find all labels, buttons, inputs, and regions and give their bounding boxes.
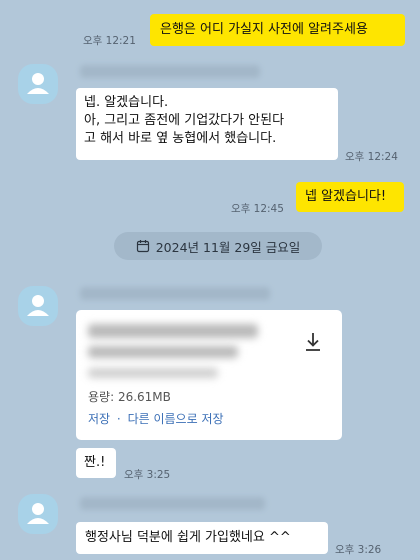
file-name [88,346,238,358]
file-expiry [88,368,218,378]
calendar-icon [136,240,149,253]
message-line: 고 해서 바로 옆 농협에서 했습니다. [84,131,277,146]
file-attachment-card[interactable]: 용량: 26.61MB 저장 · 다른 이름으로 저장 [76,310,342,440]
message-time: 오후 12:21 [83,35,136,47]
their-message-bubble[interactable]: 행정사님 덕분에 쉽게 가입했네요 ^^ [76,522,328,554]
message-time: 오후 12:45 [231,203,284,215]
avatar[interactable] [18,64,58,104]
date-divider: 2024년 11월 29일 금요일 [114,232,322,260]
sender-name [80,287,270,300]
message-text: 짠.! [84,455,106,470]
message-time: 오후 3:25 [124,469,171,481]
avatar[interactable] [18,494,58,534]
message-line: 아, 그리고 좀전에 기업갔다가 안된다 [84,113,285,128]
message-time: 오후 3:26 [335,544,382,556]
sender-name [80,65,260,78]
file-actions: 저장 · 다른 이름으로 저장 [88,410,224,427]
person-icon [27,73,49,94]
file-name [88,324,258,338]
message-line: 넵. 알겠습니다. [84,95,169,110]
separator: · [116,412,121,426]
my-message-bubble[interactable]: 넵 알겠습니다! [296,182,404,212]
my-message-bubble[interactable]: 은행은 어디 가실지 사전에 알려주세용 [150,14,405,46]
their-message-bubble[interactable]: 넵. 알겠습니다. 아, 그리고 좀전에 기업갔다가 안된다 고 해서 바로 옆… [76,88,338,160]
avatar[interactable] [18,286,58,326]
message-time: 오후 12:24 [345,151,398,163]
message-text: 넵 알겠습니다! [305,189,387,204]
person-icon [27,503,49,524]
message-text: 행정사님 덕분에 쉽게 가입했네요 ^^ [85,530,291,545]
save-link[interactable]: 저장 [88,412,110,426]
download-icon[interactable] [304,332,322,352]
person-icon [27,295,49,316]
their-message-bubble[interactable]: 짠.! [76,448,116,478]
message-text: 은행은 어디 가실지 사전에 알려주세용 [160,22,368,37]
date-divider-text: 2024년 11월 29일 금요일 [155,239,301,255]
file-size: 용량: 26.61MB [88,390,171,404]
sender-name [80,497,265,510]
save-as-link[interactable]: 다른 이름으로 저장 [128,412,224,426]
